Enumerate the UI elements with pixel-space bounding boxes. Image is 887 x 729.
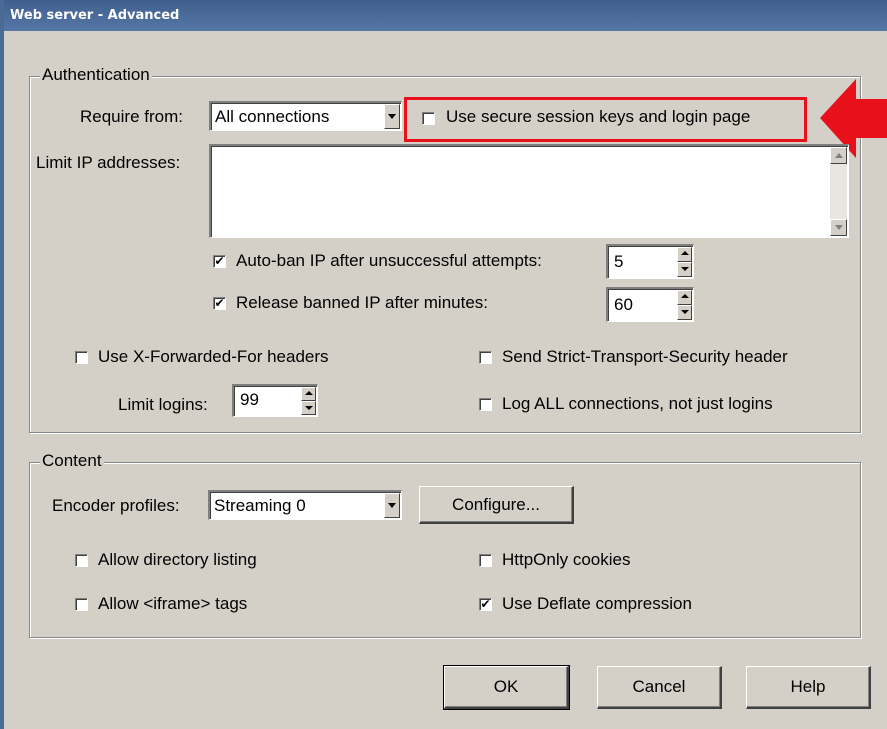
- strict-transport-checkbox[interactable]: [479, 351, 492, 364]
- encoder-label: Encoder profiles:: [52, 496, 180, 515]
- encoder-value: Streaming 0: [214, 496, 306, 515]
- spin-up-icon[interactable]: [677, 247, 692, 262]
- scroll-down-icon[interactable]: [830, 219, 847, 236]
- spin-down-icon[interactable]: [301, 401, 316, 415]
- release-ban-value[interactable]: 60: [614, 295, 633, 315]
- check-icon: ✔: [214, 296, 225, 310]
- release-ban-label[interactable]: Release banned IP after minutes:: [236, 293, 488, 313]
- require-from-select[interactable]: All connections: [209, 101, 402, 131]
- iframe-checkbox[interactable]: [75, 598, 88, 611]
- check-icon: ✔: [480, 597, 491, 611]
- deflate-label[interactable]: Use Deflate compression: [502, 594, 692, 614]
- iframe-label[interactable]: Allow <iframe> tags: [98, 594, 247, 614]
- chevron-down-icon[interactable]: [384, 104, 400, 129]
- limit-logins-spinner[interactable]: 99: [232, 384, 318, 417]
- x-forwarded-label[interactable]: Use X-Forwarded-For headers: [98, 347, 329, 367]
- limit-ip-scrollbar[interactable]: [830, 147, 847, 236]
- require-from-label: Require from:: [80, 107, 183, 126]
- title-bar: Web server - Advanced: [4, 0, 887, 31]
- release-ban-checkbox[interactable]: ✔: [213, 297, 226, 310]
- chevron-down-icon[interactable]: [384, 493, 400, 518]
- release-ban-spinner[interactable]: 60: [606, 287, 694, 322]
- spin-up-icon[interactable]: [677, 290, 692, 305]
- spin-up-icon[interactable]: [301, 387, 316, 401]
- authentication-legend: Authentication: [40, 65, 152, 84]
- log-all-label[interactable]: Log ALL connections, not just logins: [502, 394, 773, 414]
- check-icon: ✔: [214, 254, 225, 268]
- httponly-checkbox[interactable]: [479, 554, 492, 567]
- auto-ban-spinner[interactable]: 5: [606, 244, 694, 279]
- httponly-label[interactable]: HttpOnly cookies: [502, 550, 631, 570]
- content-legend: Content: [40, 451, 104, 470]
- deflate-checkbox[interactable]: ✔: [479, 598, 492, 611]
- scroll-up-icon[interactable]: [830, 147, 847, 164]
- limit-ip-label: Limit IP addresses:: [36, 153, 181, 172]
- ok-button[interactable]: OK: [443, 665, 570, 710]
- auto-ban-label[interactable]: Auto-ban IP after unsuccessful attempts:: [236, 251, 542, 271]
- dir-listing-checkbox[interactable]: [75, 554, 88, 567]
- dir-listing-label[interactable]: Allow directory listing: [98, 550, 257, 570]
- auto-ban-value[interactable]: 5: [614, 252, 623, 272]
- limit-logins-label: Limit logins:: [118, 395, 208, 414]
- log-all-checkbox[interactable]: [479, 398, 492, 411]
- x-forwarded-checkbox[interactable]: [75, 351, 88, 364]
- spin-down-icon[interactable]: [677, 305, 692, 320]
- secure-session-label[interactable]: Use secure session keys and login page: [446, 107, 750, 127]
- encoder-select[interactable]: Streaming 0: [208, 490, 402, 520]
- limit-logins-value[interactable]: 99: [240, 390, 259, 410]
- auto-ban-checkbox[interactable]: ✔: [213, 255, 226, 268]
- help-button[interactable]: Help: [746, 666, 871, 709]
- spin-down-icon[interactable]: [677, 262, 692, 277]
- secure-session-checkbox[interactable]: [422, 112, 435, 125]
- require-from-value: All connections: [215, 107, 330, 126]
- configure-button[interactable]: Configure...: [419, 486, 574, 524]
- strict-transport-label[interactable]: Send Strict-Transport-Security header: [502, 347, 788, 367]
- limit-ip-textarea[interactable]: [209, 144, 849, 238]
- cancel-button[interactable]: Cancel: [597, 666, 722, 709]
